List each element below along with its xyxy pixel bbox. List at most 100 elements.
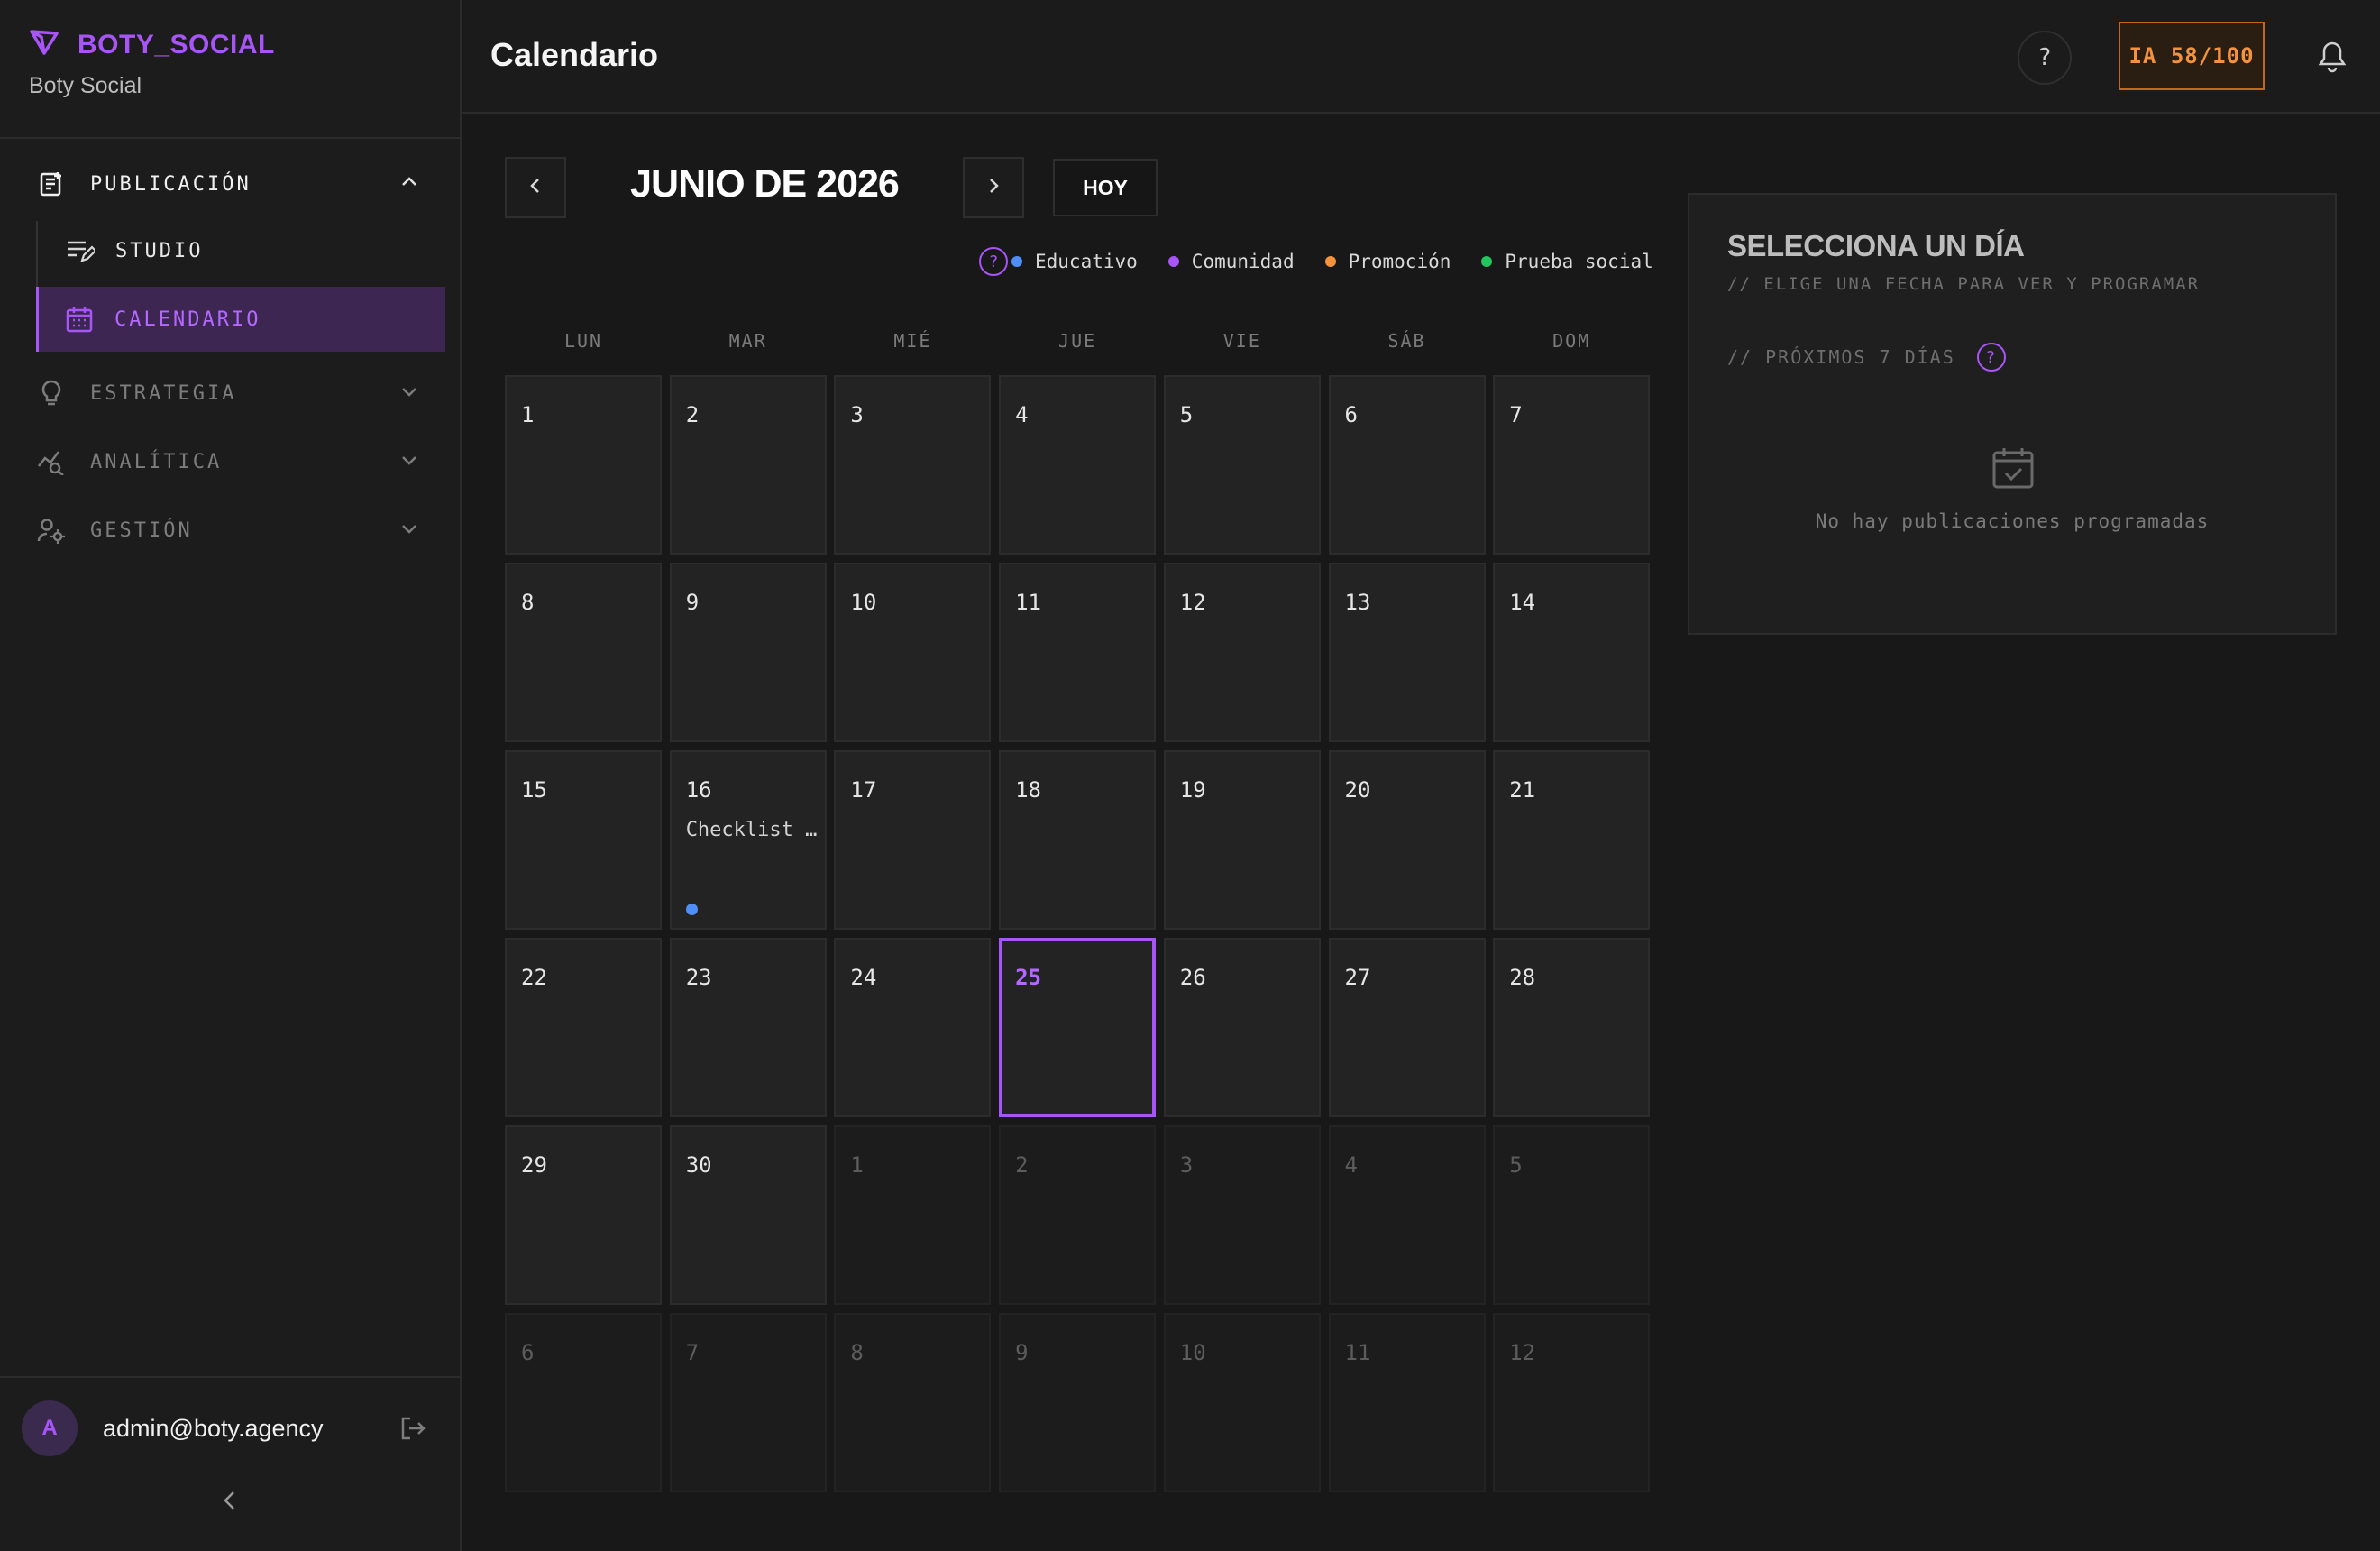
day-number: 17 (850, 777, 877, 803)
brand-subtitle: Boty Social (29, 73, 142, 98)
day-number: 2 (1015, 1152, 1029, 1178)
studio-icon (65, 235, 96, 266)
sidebar-divider (0, 1376, 460, 1378)
logout-icon[interactable] (398, 1414, 427, 1447)
calendar-day[interactable]: 6 (505, 1313, 662, 1492)
day-number: 10 (850, 590, 877, 615)
calendar-day[interactable]: 5 (1163, 375, 1321, 555)
calendar-day[interactable]: 9 (999, 1313, 1157, 1492)
calendar-day[interactable]: 1 (505, 375, 662, 555)
calendar-day[interactable]: 24 (834, 938, 992, 1117)
sidebar-item-label: PUBLICACIÓN (90, 172, 252, 196)
calendar-day[interactable]: 11 (999, 563, 1157, 742)
legend-label: Prueba social (1505, 251, 1653, 272)
day-number: 8 (850, 1340, 864, 1365)
calendar-day[interactable]: 13 (1328, 563, 1486, 742)
calendar-day[interactable]: 7 (1493, 375, 1651, 555)
calendar-day[interactable]: 10 (834, 563, 992, 742)
sidebar-item-analitica[interactable]: ANALÍTICA (36, 438, 420, 485)
calendar-day[interactable]: 12 (1163, 563, 1321, 742)
brand-logo-icon (29, 29, 60, 60)
weekday-label: VIE (1222, 330, 1261, 352)
calendar-day[interactable]: 3 (1163, 1125, 1321, 1305)
calendar-day[interactable]: 12 (1493, 1313, 1651, 1492)
calendar-day[interactable]: 8 (834, 1313, 992, 1492)
day-number: 9 (1015, 1340, 1029, 1365)
day-number: 30 (685, 1152, 712, 1178)
calendar-day[interactable]: 17 (834, 750, 992, 930)
ia-credits-badge[interactable]: IA 58/100 (2119, 22, 2265, 90)
next-days-help-icon[interactable]: ? (1976, 343, 2006, 372)
day-number: 20 (1344, 777, 1371, 803)
sidebar-subitem-studio[interactable]: STUDIO (65, 218, 203, 283)
calendar-day[interactable]: 26 (1163, 938, 1321, 1117)
bell-icon[interactable] (2317, 40, 2348, 78)
day-number: 6 (1344, 402, 1358, 427)
legend-item-comunidad: Comunidad (1167, 251, 1295, 272)
day-number: 7 (1509, 402, 1523, 427)
calendar-day[interactable]: 4 (999, 375, 1157, 555)
sidebar-item-estrategia[interactable]: ESTRATEGIA (36, 370, 420, 417)
event-category-dot (685, 904, 698, 915)
calendar-day[interactable]: 2 (999, 1125, 1157, 1305)
calendar-day[interactable]: 11 (1328, 1313, 1486, 1492)
weekday-label: LUN (563, 330, 603, 352)
calendar-day[interactable]: 30 (669, 1125, 827, 1305)
calendar-day[interactable]: 9 (669, 563, 827, 742)
next-month-button[interactable] (963, 157, 1024, 218)
help-button[interactable]: ? (2018, 31, 2072, 85)
panel-title: SELECCIONA UN DÍA (1727, 229, 2025, 262)
calendar-day[interactable]: 16 Checklist … (669, 750, 827, 930)
publication-icon (36, 169, 67, 199)
calendar-day[interactable]: 5 (1493, 1125, 1651, 1305)
legend-label: Promoción (1348, 251, 1451, 272)
calendar-day[interactable]: 23 (669, 938, 827, 1117)
prev-month-button[interactable] (505, 157, 566, 218)
calendar-day[interactable]: 2 (669, 375, 827, 555)
legend-item-prueba-social: Prueba social (1481, 251, 1653, 272)
calendar-day[interactable]: 15 (505, 750, 662, 930)
calendar-day[interactable]: 3 (834, 375, 992, 555)
calendar-day[interactable]: 29 (505, 1125, 662, 1305)
day-detail-panel: SELECCIONA UN DÍA // ELIGE UNA FECHA PAR… (1688, 193, 2337, 635)
calendar-day[interactable]: 19 (1163, 750, 1321, 930)
brand[interactable]: BOTY_SOCIAL Boty Social (29, 29, 275, 99)
chevron-right-icon (984, 174, 1003, 202)
calendar-day[interactable]: 27 (1328, 938, 1486, 1117)
day-number: 28 (1509, 965, 1536, 990)
day-number: 12 (1179, 590, 1206, 615)
legend-dot (1324, 256, 1336, 267)
sidebar-subitem-label: CALENDARIO (114, 307, 261, 331)
calendar-day[interactable]: 18 (999, 750, 1157, 930)
calendar-day[interactable]: 8 (505, 563, 662, 742)
sidebar-subitem-calendario[interactable]: CALENDARIO (36, 287, 445, 352)
day-number: 4 (1015, 402, 1029, 427)
weekday-label: MAR (728, 330, 767, 352)
calendar-day[interactable]: 6 (1328, 375, 1486, 555)
event-title[interactable]: Checklist … (686, 819, 819, 841)
category-legend: ? Educativo Comunidad Promoción Prueba s… (979, 247, 1653, 276)
calendar-day[interactable]: 4 (1328, 1125, 1486, 1305)
calendar-day-today[interactable]: 25 (999, 938, 1157, 1117)
panel-subtitle: // ELIGE UNA FECHA PARA VER Y PROGRAMAR (1727, 274, 2201, 294)
day-number: 29 (521, 1152, 547, 1178)
today-button[interactable]: HOY (1053, 159, 1158, 216)
calendar-day[interactable]: 1 (834, 1125, 992, 1305)
calendar-day[interactable]: 7 (669, 1313, 827, 1492)
calendar-day[interactable]: 21 (1493, 750, 1651, 930)
day-number: 1 (521, 402, 535, 427)
day-number: 7 (685, 1340, 700, 1365)
calendar-day[interactable]: 20 (1328, 750, 1486, 930)
day-number: 12 (1509, 1340, 1536, 1365)
calendar-day[interactable]: 14 (1493, 563, 1651, 742)
calendar-day[interactable]: 10 (1163, 1313, 1321, 1492)
legend-help-icon[interactable]: ? (979, 247, 1008, 276)
avatar[interactable]: A (22, 1400, 78, 1456)
management-icon (36, 515, 67, 546)
sidebar-item-gestion[interactable]: GESTIÓN (36, 507, 420, 554)
collapse-sidebar-icon[interactable] (218, 1488, 242, 1518)
calendar-day[interactable]: 28 (1493, 938, 1651, 1117)
day-number: 5 (1509, 1152, 1523, 1178)
sidebar-item-publicacion[interactable]: PUBLICACIÓN (36, 161, 420, 207)
calendar-day[interactable]: 22 (505, 938, 662, 1117)
